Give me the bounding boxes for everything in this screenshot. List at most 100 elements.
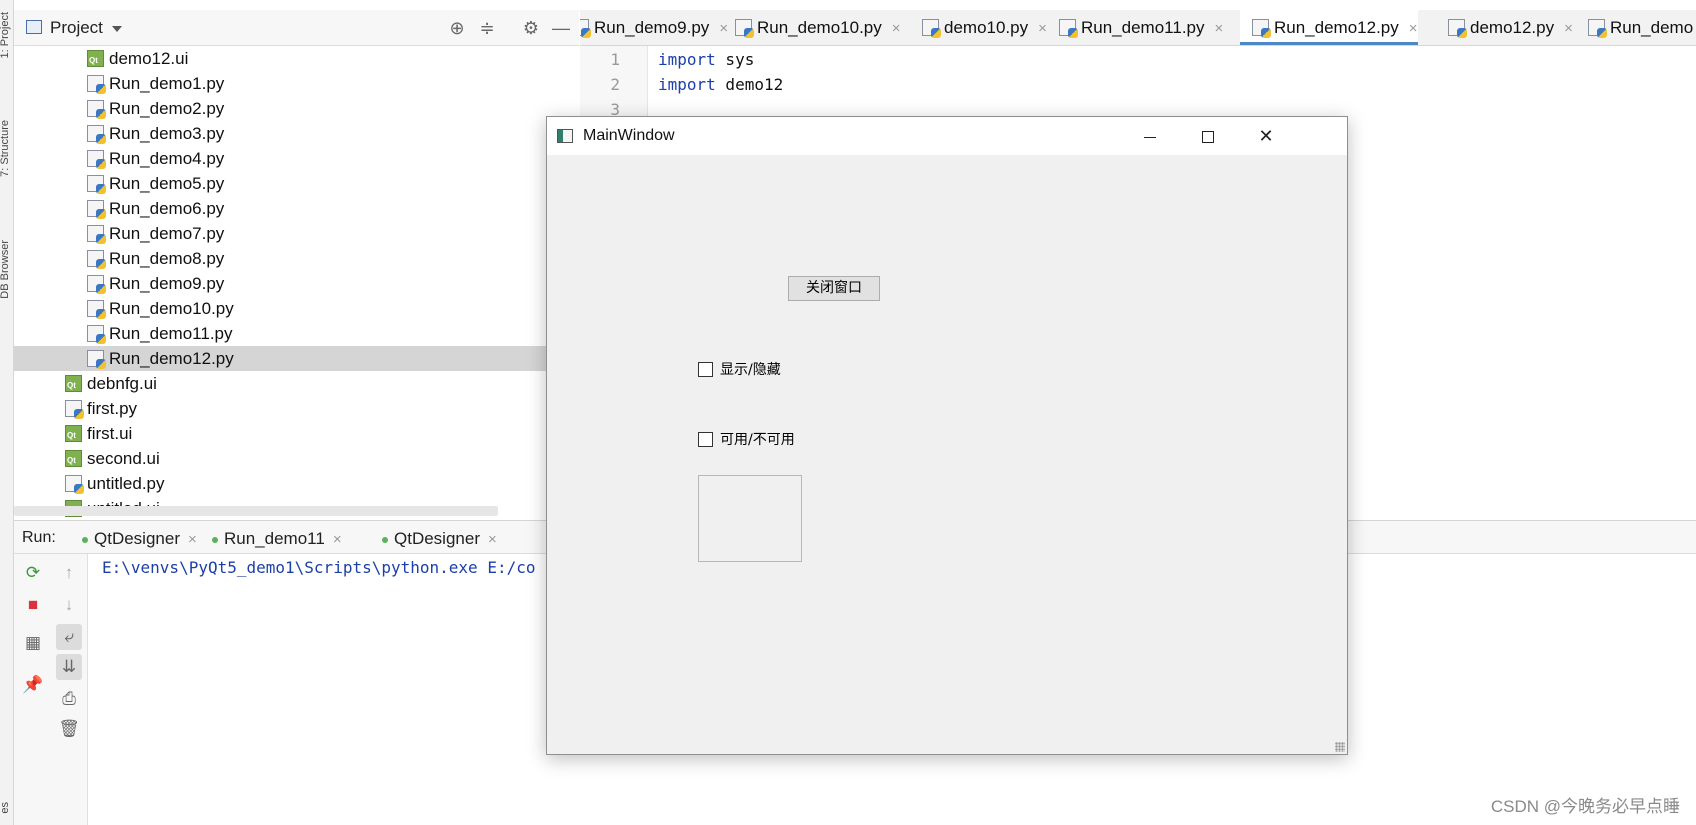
editor-tab[interactable]: demo12.py × (1436, 10, 1573, 45)
resize-grip-icon[interactable] (1335, 742, 1345, 752)
run-tab[interactable]: QtDesigner × (382, 529, 497, 549)
editor-tab[interactable]: Run_demo12.py × (1240, 10, 1418, 45)
main-window-titlebar[interactable]: MainWindow ✕ (547, 117, 1347, 155)
close-icon[interactable]: × (1564, 20, 1573, 37)
tree-file-row[interactable]: demo12.ui (14, 46, 579, 71)
chevron-down-icon[interactable] (112, 26, 122, 32)
python-file-icon (87, 150, 106, 169)
tree-file-name: Run_demo1.py (109, 74, 225, 93)
tree-file-row[interactable]: first.py (14, 396, 579, 421)
code-keyword: import (658, 50, 716, 69)
python-file-icon (87, 100, 106, 119)
soft-wrap-icon[interactable]: ⤶ (56, 624, 82, 650)
close-icon[interactable]: × (1409, 20, 1418, 37)
run-tab[interactable]: Run_demo11 × (212, 529, 342, 549)
tree-file-row[interactable]: Run_demo5.py (14, 171, 579, 196)
project-panel-title[interactable]: Project (50, 18, 103, 38)
tree-file-name: Run_demo3.py (109, 124, 225, 143)
arrow-down-icon[interactable]: ↓ (56, 592, 82, 618)
editor-tab-label: Run_demo9.py (594, 18, 710, 37)
checkbox-box[interactable] (698, 431, 713, 447)
tree-file-row[interactable]: Run_demo12.py (14, 346, 579, 371)
tree-file-name: Run_demo11.py (109, 324, 233, 343)
editor-tab-label: Run_demo12.py (1274, 18, 1399, 37)
tree-file-row[interactable]: Run_demo7.py (14, 221, 579, 246)
bottom-tool-tab[interactable]: es (0, 802, 13, 814)
close-icon[interactable]: × (1038, 20, 1047, 37)
tree-file-row[interactable]: Run_demo6.py (14, 196, 579, 221)
qt-ui-file-icon (87, 50, 104, 67)
editor-tab[interactable]: Run_demo (1576, 10, 1696, 45)
structure-tool-tab[interactable]: 7: Structure (0, 120, 13, 177)
editor-tab-label: Run_demo (1610, 18, 1694, 37)
editor-tab[interactable]: Run_demo10.py × (723, 10, 901, 45)
close-window-button[interactable]: 关闭窗口 (788, 276, 880, 301)
minimize-icon[interactable]: — (550, 18, 572, 39)
project-file-tree: demo12.ui Run_demo1.py Run_demo2.py Run_dem… (14, 46, 579, 518)
line-number: 2 (610, 75, 620, 94)
tree-file-row[interactable]: first.ui (14, 421, 579, 446)
tree-file-row[interactable]: debnfg.ui (14, 371, 579, 396)
project-tool-tab[interactable]: 1: Project (0, 12, 13, 58)
line-number: 1 (610, 50, 620, 69)
python-file-icon (87, 325, 106, 344)
tree-file-name: Run_demo8.py (109, 249, 225, 268)
tree-file-row[interactable]: Run_demo4.py (14, 146, 579, 171)
console-output[interactable]: E:\venvs\PyQt5_demo1\Scripts\python.exe … (102, 558, 535, 577)
tree-file-row[interactable]: Run_demo10.py (14, 296, 579, 321)
tree-file-row[interactable]: Run_demo8.py (14, 246, 579, 271)
close-icon[interactable]: × (188, 531, 197, 548)
tree-horizontal-scrollbar[interactable] (14, 506, 498, 516)
python-file-icon (87, 75, 106, 94)
pin-icon[interactable]: 📌 (20, 672, 46, 698)
tree-file-row[interactable]: second.ui (14, 446, 579, 471)
tree-file-row[interactable]: Run_demo1.py (14, 71, 579, 96)
editor-tab[interactable]: Run_demo9.py × (580, 10, 728, 45)
run-toolbar: ⟳ ■ ▦ 📌 ↑ ↓ ⤶ ⇊ ⎙ 🗑 (14, 554, 88, 825)
editor-tab-label: demo10.py (944, 18, 1029, 37)
stop-icon[interactable]: ■ (20, 592, 46, 618)
enable-disable-checkbox[interactable]: 可用/不可用 (698, 431, 795, 449)
scroll-to-end-icon[interactable]: ⇊ (56, 654, 82, 680)
db-browser-tool-tab[interactable]: DB Browser (0, 240, 13, 299)
window-minimize-button[interactable] (1121, 117, 1179, 155)
close-icon[interactable]: × (488, 531, 497, 548)
tree-file-row[interactable]: Run_demo3.py (14, 121, 579, 146)
close-icon[interactable]: × (333, 531, 342, 548)
show-hide-checkbox[interactable]: 显示/隐藏 (698, 361, 781, 379)
python-file-icon (87, 350, 106, 369)
print-icon[interactable]: ⎙ (56, 686, 82, 712)
target-icon[interactable]: ⊕ (446, 18, 468, 39)
gear-icon[interactable]: ⚙ (520, 18, 542, 39)
tree-file-name: second.ui (87, 449, 160, 468)
tree-file-row[interactable]: untitled.py (14, 471, 579, 496)
tree-file-row[interactable]: Run_demo2.py (14, 96, 579, 121)
rerun-icon[interactable]: ⟳ (20, 560, 46, 586)
tree-file-row[interactable]: Run_demo9.py (14, 271, 579, 296)
window-maximize-button[interactable] (1179, 117, 1237, 155)
layout-icon[interactable]: ▦ (20, 630, 46, 656)
editor-tab[interactable]: demo10.py × (910, 10, 1047, 45)
collapse-icon[interactable]: ≑ (476, 18, 498, 39)
run-tab[interactable]: QtDesigner × (82, 529, 197, 549)
arrow-up-icon[interactable]: ↑ (56, 560, 82, 586)
python-file-icon (1448, 19, 1467, 38)
python-file-icon (65, 400, 84, 419)
code-line[interactable]: import sys (658, 50, 754, 69)
main-window[interactable]: MainWindow ✕ 关闭窗口 显示/隐藏 可用/不可用 (546, 116, 1348, 755)
tree-file-row[interactable]: Run_demo11.py (14, 321, 579, 346)
left-tool-strip: 1: Project 7: Structure DB Browser es (0, 0, 14, 825)
window-close-button[interactable]: ✕ (1237, 117, 1295, 155)
editor-tab[interactable]: Run_demo11.py × (1047, 10, 1224, 45)
close-icon[interactable]: × (892, 20, 901, 37)
tree-file-name: demo12.ui (109, 49, 189, 68)
close-icon[interactable]: × (1215, 20, 1224, 37)
checkbox-box[interactable] (698, 361, 713, 377)
python-file-icon (922, 19, 941, 38)
python-file-icon (87, 225, 106, 244)
code-keyword: import (658, 75, 716, 94)
tree-file-name: debnfg.ui (87, 374, 157, 393)
trash-icon[interactable]: 🗑 (56, 716, 82, 742)
code-line[interactable]: import demo12 (658, 75, 783, 94)
code-text: demo12 (715, 75, 784, 94)
